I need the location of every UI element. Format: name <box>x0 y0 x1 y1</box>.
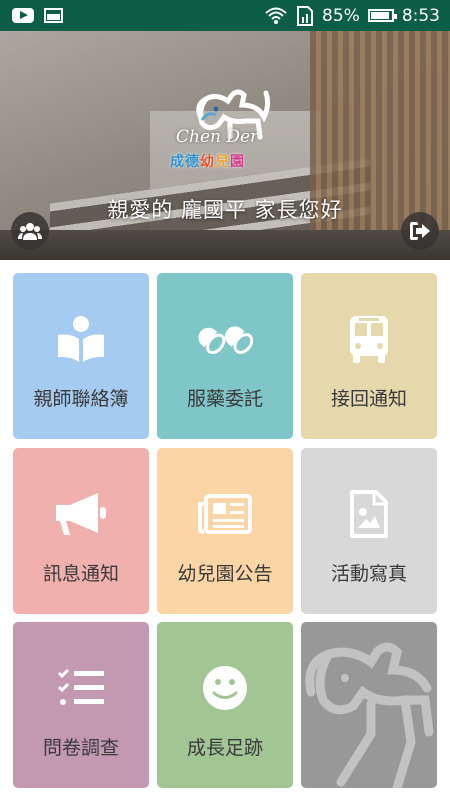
tile-survey[interactable]: 問卷調查 <box>13 622 149 788</box>
tile-label: 訊息通知 <box>42 563 119 585</box>
sim-icon <box>297 5 314 26</box>
tile-label: 幼兒園公告 <box>177 563 273 585</box>
greeting-text: 親愛的 龐國平 家長您好 <box>107 198 343 222</box>
family-members-button[interactable] <box>11 212 49 250</box>
tile-school-announcement[interactable]: 幼兒園公告 <box>157 448 293 614</box>
gallery-icon <box>44 8 63 23</box>
status-bar: 85% 8:53 <box>0 0 450 31</box>
dog-logo-icon <box>305 642 434 788</box>
logout-icon <box>410 222 430 240</box>
tile-contact-book[interactable]: 親師聯絡簿 <box>13 273 149 439</box>
image-file-icon <box>339 484 399 544</box>
tile-label: 問卷調查 <box>42 737 119 759</box>
tile-pickup-notice[interactable]: 接回通知 <box>301 273 437 439</box>
smile-icon <box>195 658 255 718</box>
feature-grid: 親師聯絡簿 服藥委託 接回通知 訊息通知 幼兒園公告 活動寫真 問卷調查 成長足… <box>13 273 437 788</box>
wifi-icon <box>265 7 287 24</box>
book-reader-icon <box>51 309 111 369</box>
tile-label: 親師聯絡簿 <box>33 388 129 410</box>
pills-icon <box>195 309 255 369</box>
tile-label: 接回通知 <box>330 388 407 410</box>
logout-button[interactable] <box>401 212 439 250</box>
tile-message-notice[interactable]: 訊息通知 <box>13 448 149 614</box>
tile-brand-logo <box>301 622 437 788</box>
logo-chinese: 成 德 幼 兒 園 <box>170 154 244 170</box>
tile-activity-photos[interactable]: 活動寫真 <box>301 448 437 614</box>
newspaper-icon <box>195 484 255 544</box>
battery-icon <box>367 9 397 22</box>
megaphone-icon <box>51 484 111 544</box>
tile-growth-footprint[interactable]: 成長足跡 <box>157 622 293 788</box>
youtube-icon <box>12 8 34 23</box>
bus-icon <box>339 309 399 369</box>
group-icon <box>18 223 42 240</box>
clock: 8:53 <box>401 5 440 26</box>
hero-banner: Chen Der 成 德 幼 兒 園 親愛的 龐國平 家長您好 <box>0 31 450 260</box>
battery-percent: 85% <box>322 5 360 26</box>
tile-medication[interactable]: 服藥委託 <box>157 273 293 439</box>
checklist-icon <box>51 658 111 718</box>
tile-label: 成長足跡 <box>186 737 263 759</box>
tile-label: 服藥委託 <box>186 388 263 410</box>
logo-text: Chen Der <box>176 127 259 147</box>
tile-label: 活動寫真 <box>330 563 407 585</box>
